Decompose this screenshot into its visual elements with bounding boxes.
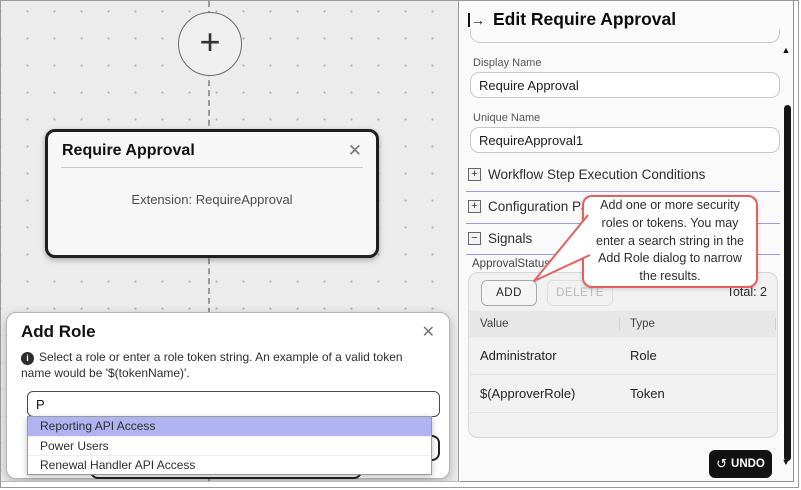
- expand-icon[interactable]: +: [468, 200, 481, 213]
- table-row[interactable]: $(ApproverRole) Token: [470, 375, 776, 413]
- scroll-down-arrow[interactable]: ▼: [780, 457, 792, 467]
- cell-type: Role: [620, 348, 776, 363]
- unique-name-label: Unique Name: [473, 112, 540, 124]
- cell-value: $(ApproverRole): [470, 386, 620, 401]
- plus-icon: +: [199, 21, 220, 63]
- callout-tail: [526, 201, 596, 289]
- undo-icon: ↺: [716, 456, 727, 472]
- workflow-node-require-approval[interactable]: Require Approval ✕ Extension: RequireApp…: [45, 129, 379, 258]
- node-extension-text: Extension: RequireApproval: [48, 192, 376, 207]
- dialog-title: Add Role: [21, 322, 96, 342]
- unique-name-input[interactable]: [470, 127, 780, 153]
- close-icon[interactable]: ✕: [348, 141, 362, 161]
- add-step-button[interactable]: +: [178, 12, 242, 76]
- callout-tooltip: Add one or more security roles or tokens…: [582, 195, 758, 288]
- scrolled-field-fragment: [470, 29, 780, 43]
- display-name-input[interactable]: [470, 72, 780, 98]
- scrollbar-thumb[interactable]: [784, 105, 791, 461]
- close-icon[interactable]: ✕: [422, 322, 435, 342]
- role-option[interactable]: Renewal Handler API Access: [28, 456, 431, 476]
- column-header-type: Type: [620, 318, 776, 330]
- column-header-value: Value: [470, 318, 620, 330]
- scroll-up-arrow[interactable]: ▲: [780, 45, 792, 55]
- cell-type: Token: [620, 386, 776, 401]
- table-header-row: Value Type: [470, 311, 776, 337]
- node-title: Require Approval: [62, 142, 195, 160]
- role-suggestion-list: Reporting API Access Power Users Renewal…: [27, 416, 432, 475]
- signals-table: Value Type Administrator Role $(Approver…: [470, 311, 776, 413]
- node-divider: [61, 167, 363, 168]
- callout-text: Add one or more security roles or tokens…: [584, 195, 756, 288]
- app-window: + Require Approval ✕ Extension: RequireA…: [0, 0, 799, 488]
- table-row[interactable]: Administrator Role: [470, 337, 776, 375]
- edit-panel: → Edit Require Approval Display Name Uni…: [460, 1, 794, 482]
- section-label: Workflow Step Execution Conditions: [488, 167, 705, 182]
- undo-button[interactable]: ↺ UNDO: [709, 450, 772, 478]
- undo-label: UNDO: [731, 458, 765, 470]
- collapse-icon[interactable]: −: [468, 232, 481, 245]
- expand-icon[interactable]: +: [468, 168, 481, 181]
- section-signals[interactable]: − Signals: [468, 231, 532, 246]
- role-option[interactable]: Reporting API Access: [28, 417, 431, 437]
- info-icon: i: [21, 352, 34, 365]
- add-role-dialog: Add Role ✕ iSelect a role or enter a rol…: [6, 312, 450, 479]
- cell-value: Administrator: [470, 348, 620, 363]
- panel-title: Edit Require Approval: [493, 9, 676, 30]
- section-workflow-step-execution-conditions[interactable]: + Workflow Step Execution Conditions: [468, 167, 705, 182]
- role-search-input[interactable]: [27, 391, 440, 417]
- workflow-canvas[interactable]: + Require Approval ✕ Extension: RequireA…: [1, 1, 459, 482]
- dialog-info-text: iSelect a role or enter a role token str…: [7, 342, 449, 381]
- signals-group: ADD DELETE Total: 2 Value Type Administr…: [468, 272, 778, 438]
- collapse-panel-icon[interactable]: →: [468, 13, 485, 27]
- display-name-label: Display Name: [473, 57, 541, 69]
- role-option[interactable]: Power Users: [28, 437, 431, 457]
- section-divider: [466, 191, 780, 192]
